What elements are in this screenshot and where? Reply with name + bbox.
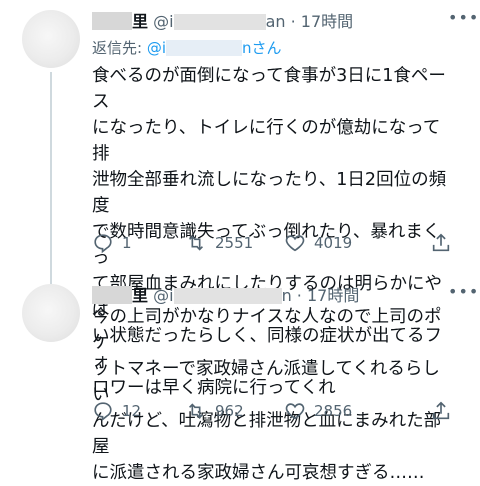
tweet-2[interactable]: 里 @i n · 17時間 ••• 今の上司がかなりナイスな人なので上司のポケ ッ… [0, 276, 480, 483]
tweet-actions: 12 962 2856 [92, 400, 472, 426]
reply-icon [94, 234, 112, 254]
name-redaction [92, 12, 132, 30]
thread-line [50, 72, 52, 284]
like-button[interactable]: 2856 [284, 400, 352, 422]
heart-icon [285, 235, 305, 252]
retweet-button[interactable]: 962 [185, 400, 244, 422]
reply-icon [94, 402, 112, 422]
tweet-header: 里 @i n · 17時間 [92, 282, 359, 306]
heart-icon [285, 403, 305, 420]
avatar[interactable] [22, 10, 80, 68]
reply-button[interactable]: 1 [92, 232, 132, 254]
handle-redaction [173, 288, 282, 304]
share-icon [432, 401, 450, 420]
more-icon[interactable]: ••• [448, 282, 479, 301]
reply-to: 返信先: @i nさん [92, 37, 282, 58]
handle-redaction [173, 14, 266, 30]
tweet-1[interactable]: 里 @i an · 17時間 ••• 返信先: @i nさん 食べるのが面倒になって… [0, 0, 480, 398]
separator-dot: · [296, 286, 302, 305]
like-count: 4019 [314, 234, 353, 252]
like-button[interactable]: 4019 [284, 232, 352, 254]
tweet-text: 今の上司がかなりナイスな人なので上司のポケ ットマネーで家政婦さん派遣してくれる… [92, 307, 442, 483]
like-count: 2856 [314, 402, 353, 420]
handle[interactable]: @i an [153, 12, 285, 31]
reply-button[interactable]: 12 [92, 400, 141, 422]
share-icon [432, 233, 450, 252]
share-button[interactable] [430, 400, 460, 422]
display-name[interactable]: 里 [132, 12, 148, 31]
tweet-header: 里 @i an · 17時間 [92, 8, 353, 32]
retweet-count: 2551 [215, 234, 254, 252]
retweet-icon [188, 403, 204, 419]
retweet-count: 962 [215, 402, 244, 420]
display-name[interactable]: 里 [132, 286, 148, 305]
handle[interactable]: @i n [153, 286, 292, 305]
timestamp[interactable]: 17時間 [307, 286, 359, 305]
reply-to-label: 返信先: [92, 39, 143, 57]
reply-count: 1 [122, 234, 132, 252]
share-button[interactable] [430, 232, 460, 254]
timestamp[interactable]: 17時間 [301, 12, 353, 31]
reply-to-link[interactable]: @i nさん [147, 39, 282, 57]
retweet-icon [188, 235, 204, 251]
separator-dot: · [290, 12, 296, 31]
reply-count: 12 [122, 402, 142, 420]
more-icon[interactable]: ••• [448, 8, 479, 27]
avatar[interactable] [22, 284, 80, 342]
tweet-actions: 1 2551 4019 [92, 232, 472, 258]
handle-redaction [166, 40, 243, 56]
retweet-button[interactable]: 2551 [185, 232, 253, 254]
name-redaction [92, 286, 132, 304]
